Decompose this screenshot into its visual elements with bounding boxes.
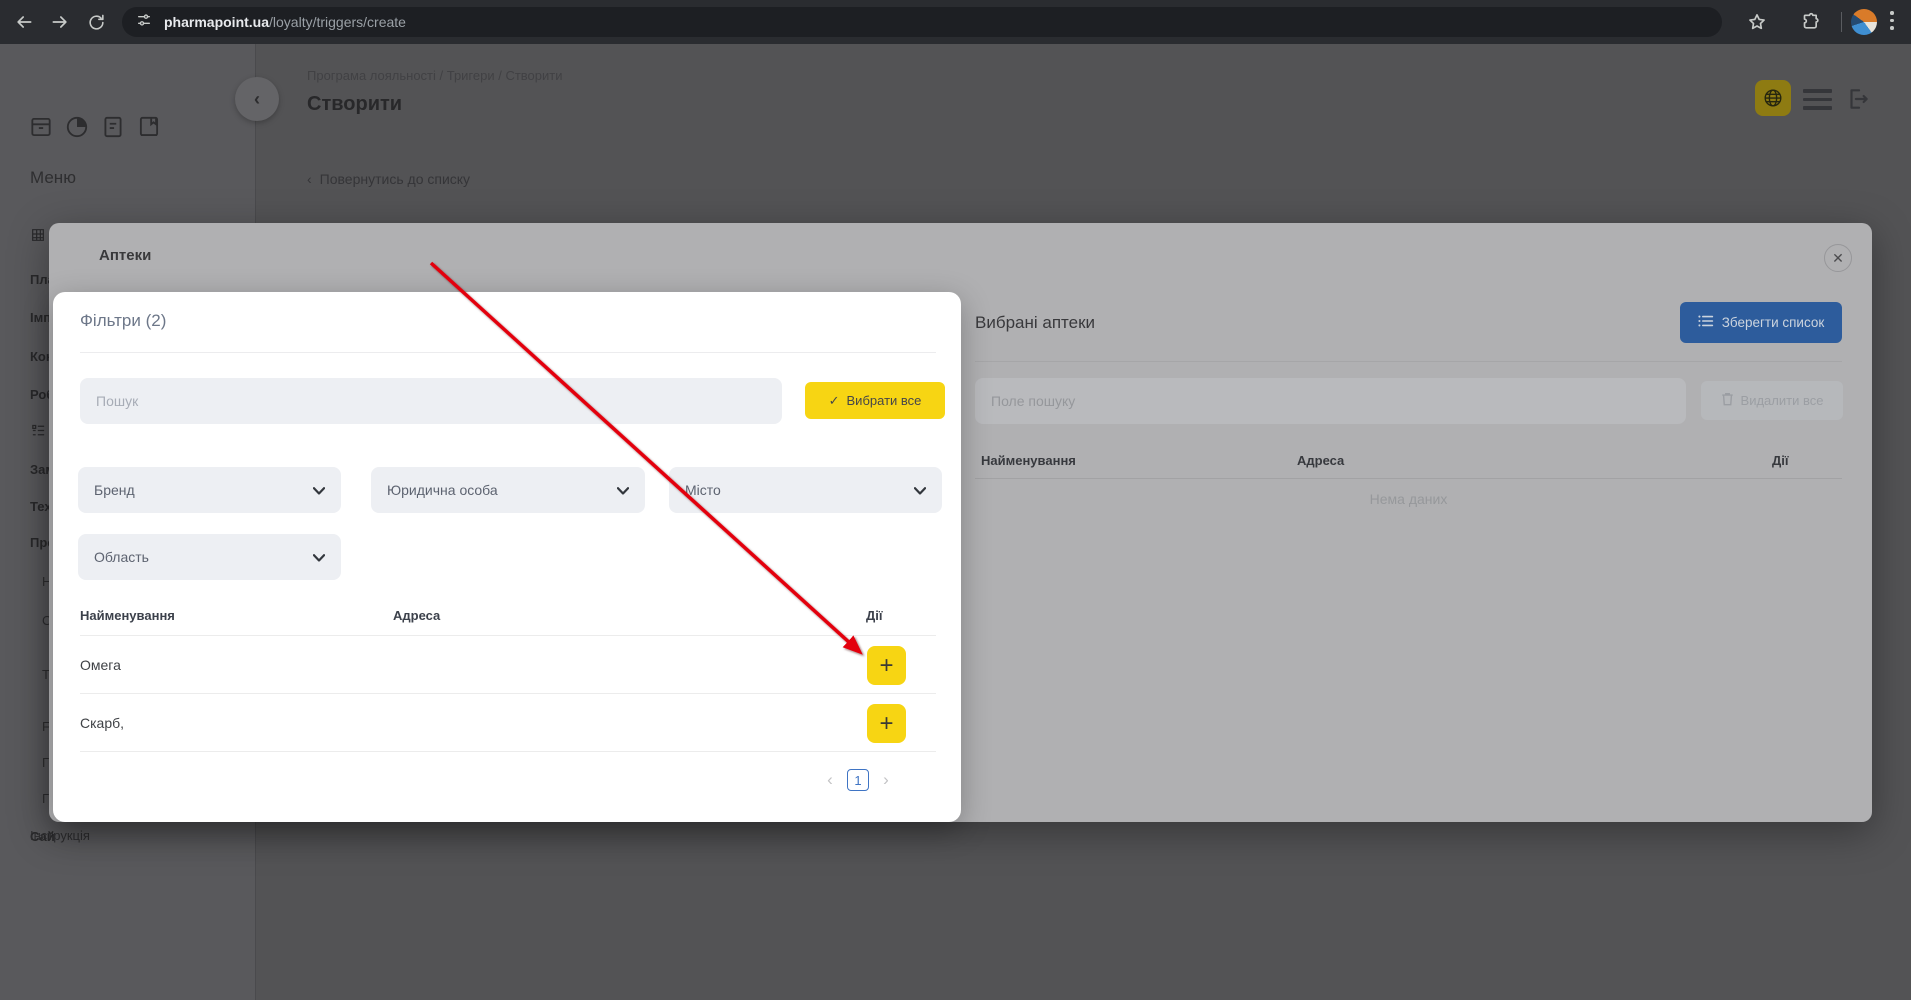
delete-all-button[interactable]: Видалити все bbox=[1701, 381, 1843, 420]
column-header: Найменування bbox=[80, 608, 175, 623]
close-icon[interactable]: ✕ bbox=[1824, 244, 1852, 272]
modal-title: Аптеки bbox=[99, 247, 152, 264]
pagination-next-icon[interactable]: › bbox=[879, 770, 893, 790]
pagination-page-1[interactable]: 1 bbox=[847, 769, 869, 791]
sidebar-subitem[interactable]: Г bbox=[42, 791, 49, 806]
screen: pharmapoint.ua/loyalty/triggers/create М… bbox=[0, 0, 1911, 1000]
divider bbox=[975, 478, 1842, 479]
hamburger-menu-icon[interactable] bbox=[1803, 89, 1832, 115]
browser-toolbar: pharmapoint.ua/loyalty/triggers/create bbox=[0, 0, 1911, 44]
check-icon: ✓ bbox=[828, 392, 840, 408]
bookmark-star-icon[interactable] bbox=[1745, 10, 1769, 34]
browser-menu-icon[interactable] bbox=[1890, 11, 1894, 34]
city-dropdown[interactable]: Місто bbox=[669, 467, 942, 513]
column-header: Дії bbox=[866, 608, 883, 623]
menu-title: Меню bbox=[30, 168, 76, 187]
breadcrumb: Програма лояльності / Тригери / Створити bbox=[307, 68, 563, 83]
select-all-button[interactable]: ✓ Вибрати все bbox=[805, 382, 945, 419]
site-info-icon[interactable] bbox=[136, 12, 152, 33]
logout-icon[interactable] bbox=[1845, 86, 1871, 117]
chevron-down-icon bbox=[312, 482, 326, 498]
table-row: Омега + bbox=[80, 636, 936, 694]
profile-avatar[interactable] bbox=[1851, 9, 1877, 35]
archive-box-icon[interactable] bbox=[28, 114, 54, 145]
selected-search-input[interactable] bbox=[975, 378, 1686, 424]
list-check-icon bbox=[1698, 314, 1714, 331]
filters-panel: Фільтри (2) ✓ Вибрати все Бренд Юридична… bbox=[53, 292, 961, 822]
column-header: Адреса bbox=[393, 608, 441, 623]
chevron-left-icon: ‹ bbox=[307, 171, 312, 187]
divider bbox=[80, 352, 936, 353]
table-row: Скарб, + bbox=[80, 694, 936, 752]
address-bar[interactable]: pharmapoint.ua/loyalty/triggers/create bbox=[122, 7, 1722, 37]
add-pharmacy-button[interactable]: + bbox=[867, 646, 906, 685]
region-dropdown[interactable]: Область bbox=[78, 534, 341, 580]
chevron-down-icon bbox=[312, 549, 326, 565]
trash-icon bbox=[1721, 392, 1734, 409]
pagination-prev-icon[interactable]: ‹ bbox=[823, 770, 837, 790]
table-header-row: Найменування Адреса Дії bbox=[80, 600, 936, 636]
chevron-down-icon bbox=[913, 482, 927, 498]
pagination: ‹ 1 › bbox=[823, 769, 893, 791]
page-title: Створити bbox=[307, 93, 403, 115]
empty-state-text: Нема даних bbox=[1369, 491, 1448, 507]
forward-icon[interactable] bbox=[48, 10, 72, 34]
legal-entity-dropdown[interactable]: Юридична особа bbox=[371, 467, 645, 513]
pharmacy-name: Скарб, bbox=[80, 715, 125, 731]
sidebar-item[interactable]: Імп bbox=[30, 310, 51, 325]
language-globe-button[interactable] bbox=[1755, 80, 1791, 116]
filters-search-input[interactable] bbox=[80, 378, 782, 424]
chevron-down-icon bbox=[616, 482, 630, 498]
column-header: Найменування bbox=[981, 453, 1076, 468]
save-list-button[interactable]: Зберегти список bbox=[1680, 302, 1842, 343]
selected-pharmacies-title: Вибрані аптеки bbox=[975, 313, 1096, 332]
book-icon[interactable] bbox=[136, 114, 162, 145]
reload-icon[interactable] bbox=[84, 10, 108, 34]
url-text: pharmapoint.ua/loyalty/triggers/create bbox=[164, 14, 406, 30]
pie-chart-icon[interactable] bbox=[64, 114, 90, 145]
column-header: Дії bbox=[1772, 453, 1789, 468]
sidebar-item-instruction[interactable]: Інструкція bbox=[30, 828, 90, 843]
extensions-icon[interactable] bbox=[1800, 10, 1824, 34]
pharmacy-name: Омега bbox=[80, 657, 121, 673]
divider bbox=[975, 361, 1842, 362]
back-icon[interactable] bbox=[12, 10, 36, 34]
sidebar-top-icons bbox=[28, 114, 162, 145]
list-icon[interactable] bbox=[30, 422, 47, 442]
grid-icon bbox=[30, 227, 46, 246]
column-header: Адреса bbox=[1297, 453, 1345, 468]
toolbar-divider bbox=[1841, 12, 1842, 32]
sidebar-subitem[interactable]: Г bbox=[42, 755, 49, 770]
filters-title: Фільтри (2) bbox=[80, 311, 167, 330]
document-icon[interactable] bbox=[100, 114, 126, 145]
back-to-list-link[interactable]: ‹ Повернутись до списку bbox=[307, 171, 470, 187]
add-pharmacy-button[interactable]: + bbox=[867, 704, 906, 743]
sidebar-collapse-button[interactable]: ‹ bbox=[235, 77, 279, 121]
brand-dropdown[interactable]: Бренд bbox=[78, 467, 341, 513]
